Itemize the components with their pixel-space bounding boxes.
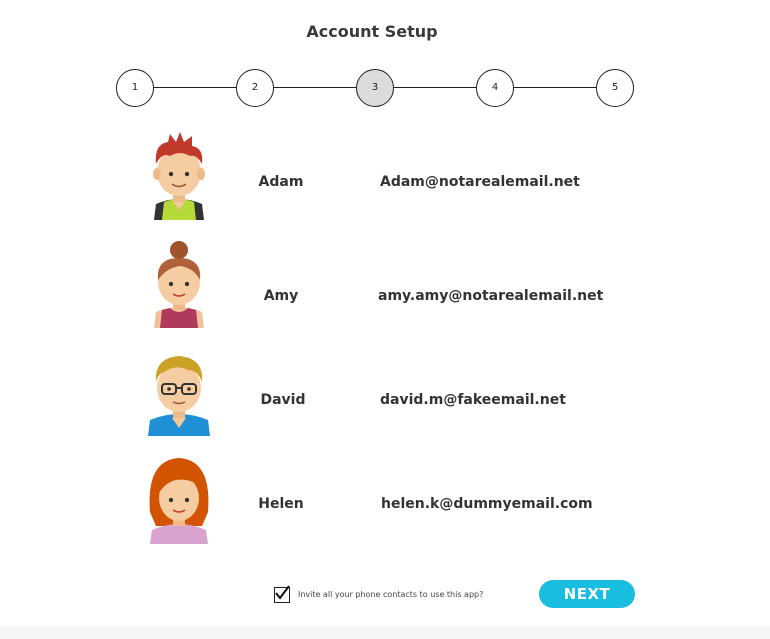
- contact-name: Adam: [258, 174, 304, 190]
- account-setup-page: Account Setup 1 2 3 4 5 Adam Adam@notare…: [0, 0, 770, 639]
- contact-row: David david.m@fakeemail.net: [0, 344, 770, 440]
- man-glasses-avatar-icon: [148, 356, 210, 436]
- woman-redhair-avatar-icon: [149, 458, 209, 544]
- step-4[interactable]: 4: [476, 69, 514, 107]
- footer-band: [0, 627, 770, 639]
- checkmark-icon: [275, 585, 290, 600]
- contact-row: Amy amy.amy@notarealemail.net: [0, 236, 770, 332]
- contact-email: amy.amy@notarealemail.net: [378, 288, 604, 304]
- contact-email: david.m@fakeemail.net: [380, 392, 566, 408]
- contact-row: Helen helen.k@dummyemail.com: [0, 452, 770, 548]
- boy-redhair-avatar-icon: [153, 132, 205, 220]
- next-button[interactable]: NEXT: [539, 580, 635, 608]
- step-1[interactable]: 1: [116, 69, 154, 107]
- invite-checkbox[interactable]: [274, 585, 290, 603]
- progress-stepper: 1 2 3 4 5: [116, 69, 636, 109]
- step-2[interactable]: 2: [236, 69, 274, 107]
- contact-name: Helen: [258, 496, 304, 512]
- invite-label: Invite all your phone contacts to use th…: [298, 590, 484, 599]
- contact-name: Amy: [263, 288, 299, 304]
- contact-email: Adam@notarealemail.net: [380, 174, 580, 190]
- page-title: Account Setup: [306, 22, 438, 41]
- contact-name: David: [260, 392, 306, 408]
- woman-bun-avatar-icon: [154, 241, 204, 328]
- contact-row: Adam Adam@notarealemail.net: [0, 128, 770, 224]
- step-3-active[interactable]: 3: [356, 69, 394, 107]
- contact-email: helen.k@dummyemail.com: [381, 496, 593, 512]
- step-5[interactable]: 5: [596, 69, 634, 107]
